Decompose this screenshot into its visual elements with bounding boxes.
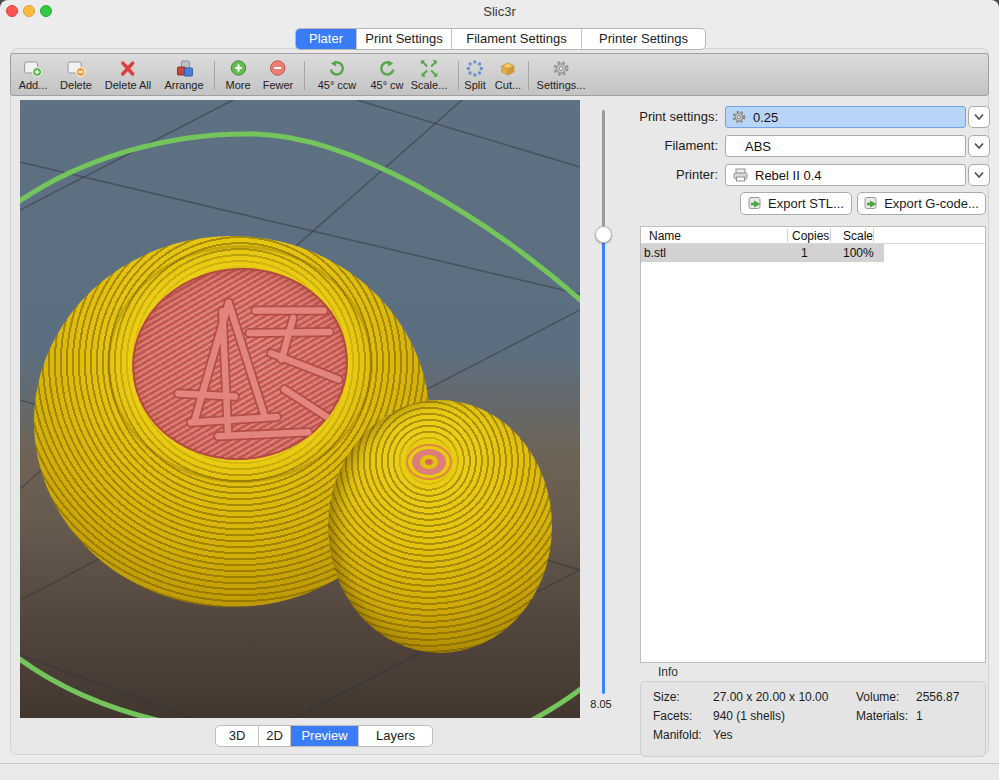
- printer-dropdown-button[interactable]: [968, 164, 990, 186]
- fewer-button[interactable]: Fewer: [263, 58, 294, 91]
- add-button[interactable]: Add...: [19, 58, 48, 91]
- split-icon: [466, 58, 485, 78]
- filament-combo[interactable]: ABS: [725, 135, 966, 157]
- view-preview-button[interactable]: Preview: [290, 726, 358, 746]
- object-list-header: Name Copies Scale: [641, 227, 985, 244]
- toolbar-separator: [304, 61, 305, 90]
- more-icon: [229, 58, 247, 78]
- view-3d-button[interactable]: 3D: [216, 726, 258, 746]
- filament-label: Filament:: [600, 135, 718, 157]
- export-gcode-button[interactable]: Export G-code...: [857, 192, 986, 215]
- titlebar: Slic3r: [0, 0, 999, 22]
- split-button[interactable]: Split: [464, 58, 485, 91]
- view-2d-button[interactable]: 2D: [258, 726, 290, 746]
- toolbar: Add... Delete Delete All Arrange More: [10, 53, 989, 96]
- window-title: Slic3r: [0, 4, 999, 19]
- tab-print-settings[interactable]: Print Settings: [356, 29, 451, 49]
- delete-button[interactable]: Delete: [60, 58, 92, 91]
- volume-label: Volume:: [856, 690, 899, 704]
- viewport-3d[interactable]: [20, 100, 580, 718]
- settings-button[interactable]: Settings...: [537, 58, 586, 91]
- slic3r-window: Slic3r Plater Print Settings Filament Se…: [0, 0, 999, 780]
- printer-icon: [732, 167, 749, 183]
- print-settings-label: Print settings:: [600, 106, 718, 128]
- export-stl-button[interactable]: Export STL...: [740, 192, 852, 215]
- layer-slider-thumb[interactable]: [595, 226, 612, 243]
- print-settings-dropdown-button[interactable]: [968, 106, 990, 128]
- materials-label: Materials:: [856, 709, 908, 723]
- main-tab-bar: Plater Print Settings Filament Settings …: [295, 28, 706, 50]
- facets-label: Facets:: [653, 709, 692, 723]
- filament-dropdown-button[interactable]: [968, 135, 990, 157]
- object-row[interactable]: b.stl 1 100%: [641, 244, 985, 262]
- tab-filament-settings[interactable]: Filament Settings: [451, 29, 581, 49]
- column-copies[interactable]: Copies: [792, 229, 829, 243]
- delete-all-button[interactable]: Delete All: [105, 58, 151, 91]
- size-value: 27.00 x 20.00 x 10.00: [713, 690, 828, 704]
- column-scale[interactable]: Scale: [843, 229, 873, 243]
- scale-icon: [420, 58, 439, 78]
- window-bottom-strip: [0, 764, 999, 780]
- chevron-down-icon: [973, 113, 985, 121]
- more-button[interactable]: More: [225, 58, 250, 91]
- cut-icon: [498, 58, 518, 78]
- object-list-table: Name Copies Scale b.stl 1 100%: [640, 226, 986, 663]
- delete-icon: [66, 58, 86, 78]
- view-layers-button[interactable]: Layers: [358, 726, 432, 746]
- size-label: Size:: [653, 690, 680, 704]
- add-icon: [23, 58, 43, 78]
- manifold-label: Manifold:: [653, 728, 702, 742]
- delete-all-icon: [119, 58, 137, 78]
- scale-button[interactable]: Scale...: [411, 58, 448, 91]
- gear-icon: [731, 109, 747, 125]
- toolbar-separator: [458, 61, 459, 90]
- info-section-label: Info: [658, 665, 678, 679]
- column-name[interactable]: Name: [649, 229, 681, 243]
- volume-value: 2556.87: [916, 690, 959, 704]
- facets-value: 940 (1 shells): [713, 709, 785, 723]
- layer-slider-value: 8.05: [586, 698, 616, 710]
- printer-combo[interactable]: Rebel II 0.4: [725, 164, 966, 186]
- rotate-cw-icon: [377, 58, 396, 78]
- info-box: Size: 27.00 x 20.00 x 10.00 Volume: 2556…: [640, 681, 986, 757]
- toolbar-separator: [528, 61, 529, 90]
- printer-label: Printer:: [600, 164, 718, 186]
- toolbar-separator: [214, 61, 215, 90]
- fewer-icon: [269, 58, 287, 78]
- layer-slider[interactable]: [595, 108, 611, 700]
- tab-plater[interactable]: Plater: [296, 29, 356, 49]
- arrange-button[interactable]: Arrange: [164, 58, 203, 91]
- rotate-ccw-icon: [327, 58, 346, 78]
- export-icon: [864, 196, 879, 211]
- rotate-cw-button[interactable]: 45° cw: [370, 58, 403, 91]
- rotate-ccw-button[interactable]: 45° ccw: [318, 58, 357, 91]
- view-mode-bar: 3D 2D Preview Layers: [215, 725, 433, 747]
- export-icon: [748, 196, 763, 211]
- cut-button[interactable]: Cut...: [495, 58, 521, 91]
- chevron-down-icon: [973, 142, 985, 150]
- tab-printer-settings[interactable]: Printer Settings: [581, 29, 705, 49]
- settings-gear-icon: [551, 58, 570, 78]
- materials-value: 1: [916, 709, 923, 723]
- arrange-icon: [174, 58, 194, 78]
- manifold-value: Yes: [713, 728, 733, 742]
- print-settings-combo[interactable]: 0.25: [725, 106, 966, 128]
- chevron-down-icon: [973, 171, 985, 179]
